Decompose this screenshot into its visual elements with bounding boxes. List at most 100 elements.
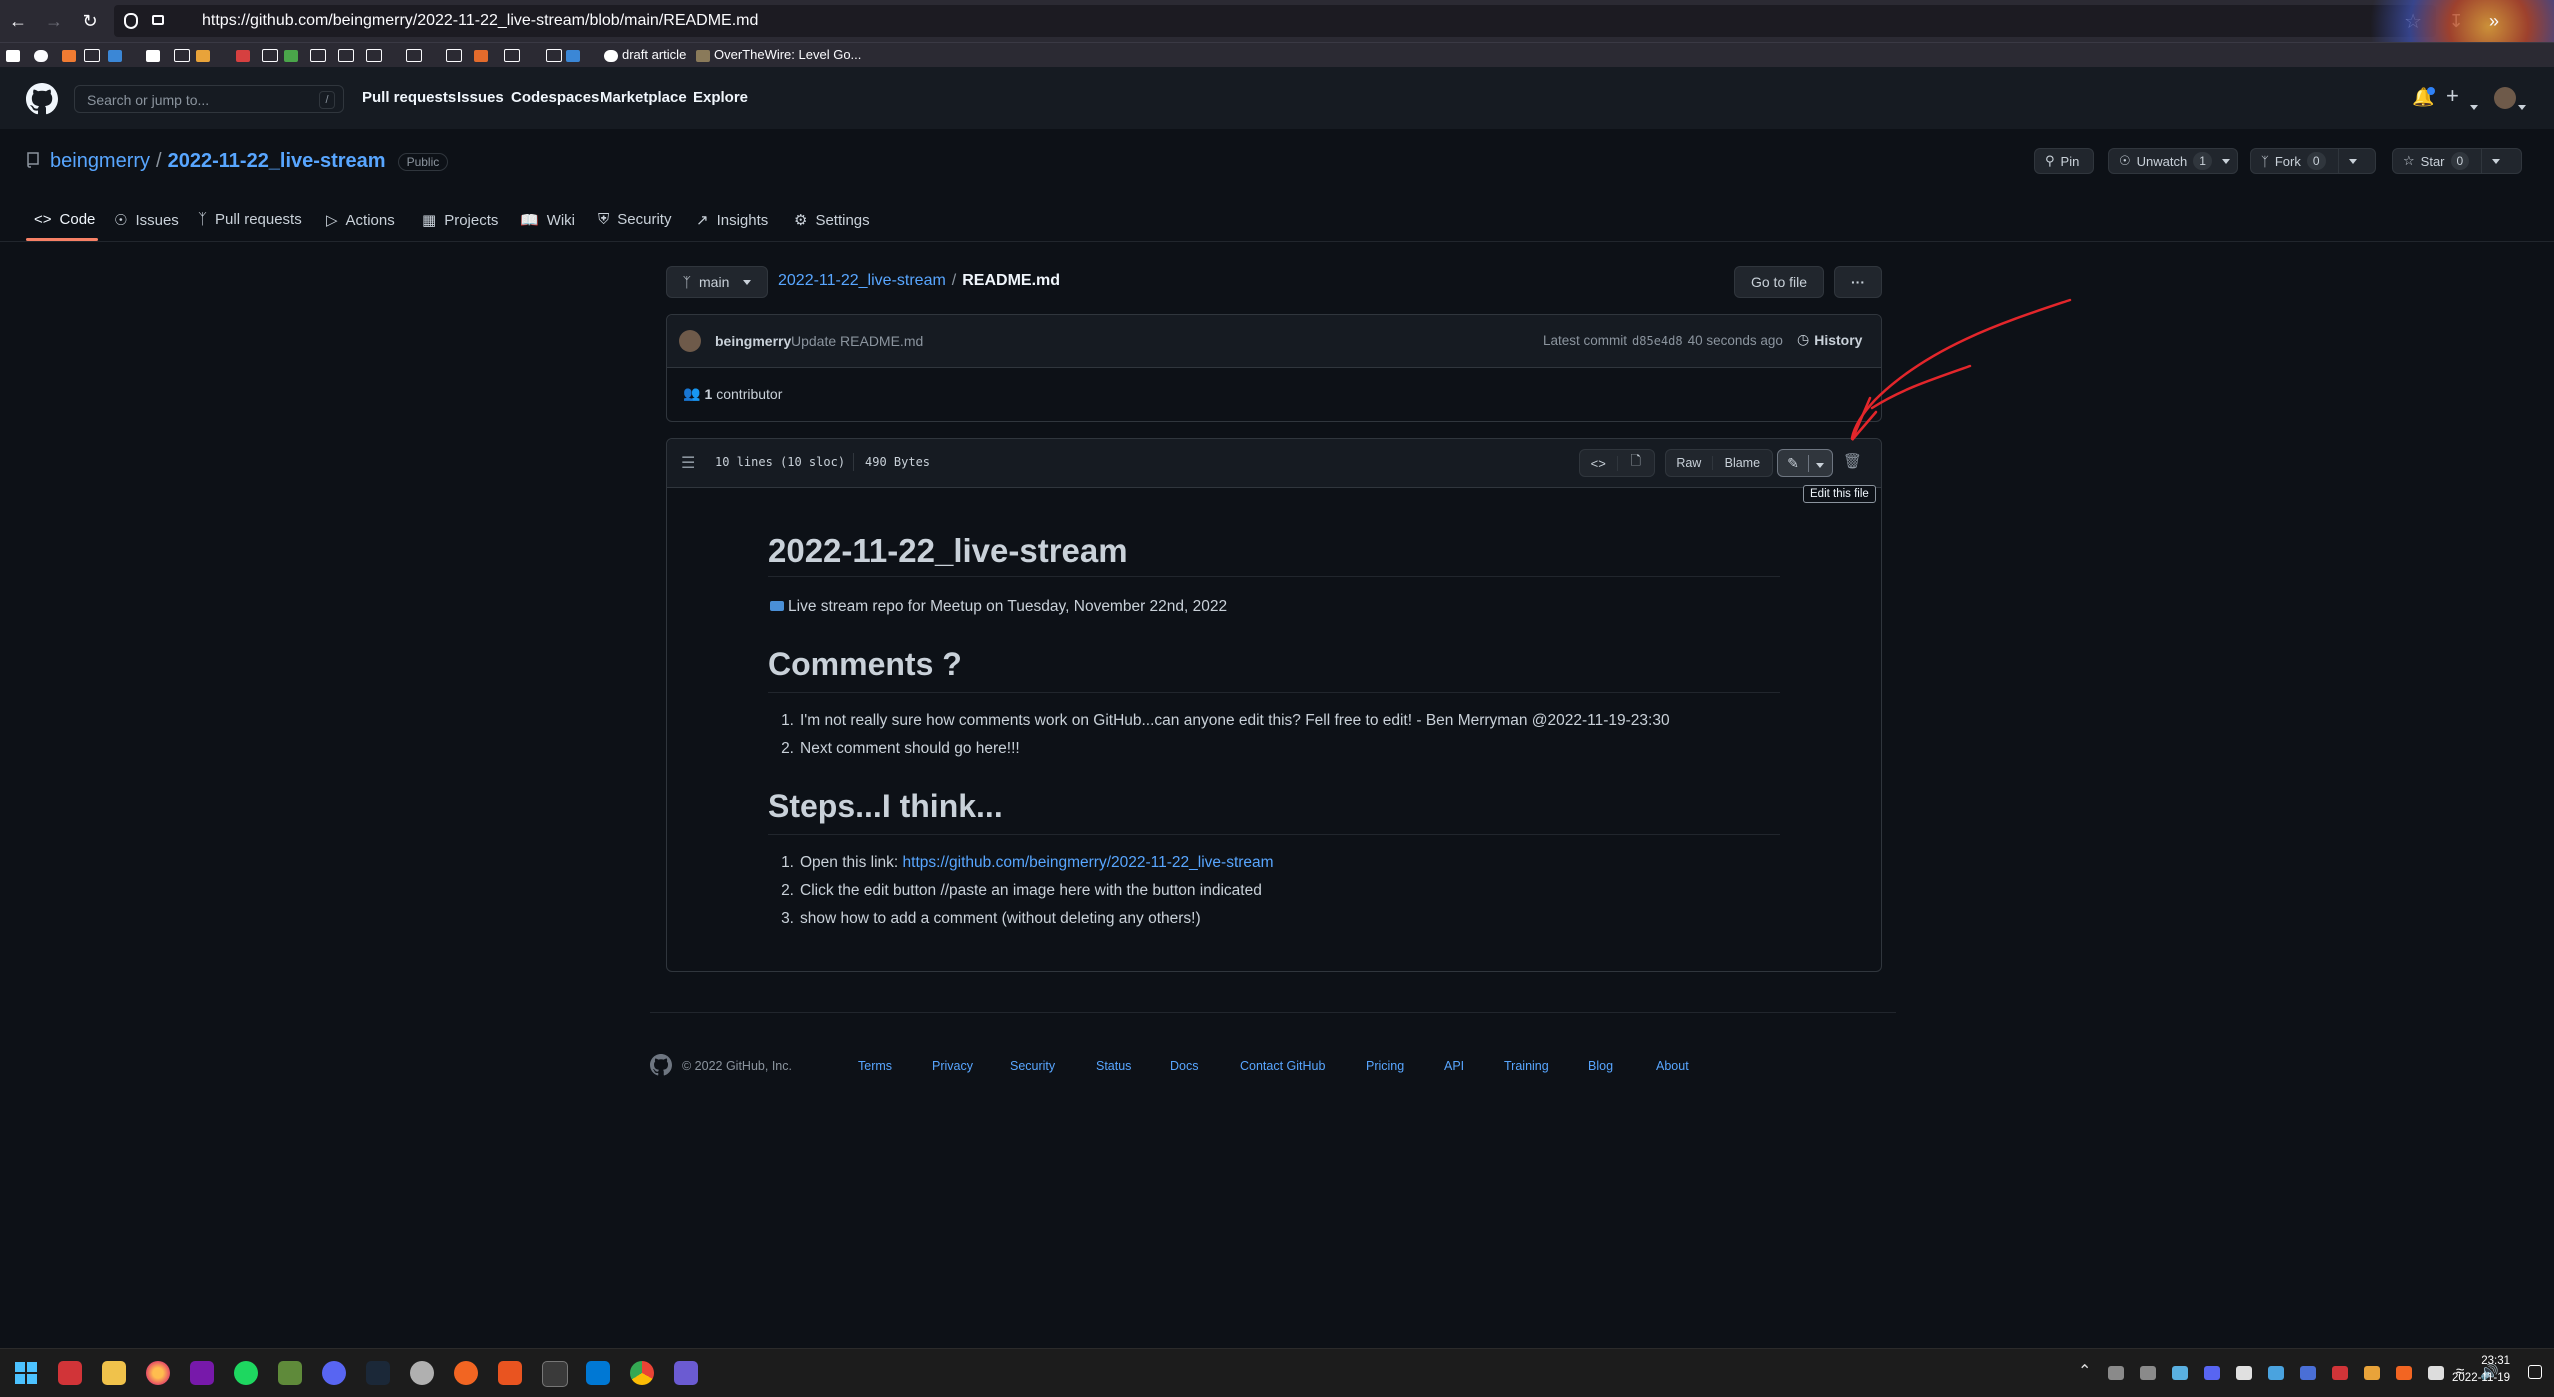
tab-issues[interactable]: ☉ Issues (114, 211, 179, 230)
discord-icon[interactable] (322, 1361, 346, 1385)
footer-link-about[interactable]: About (1656, 1059, 1689, 1073)
bookmark-folder-icon[interactable] (174, 46, 190, 64)
github-logo-icon[interactable] (26, 83, 58, 115)
tray-app-icon[interactable] (2364, 1366, 2380, 1380)
app-icon[interactable] (454, 1361, 478, 1385)
app-icon[interactable] (58, 1361, 82, 1385)
trash-icon[interactable]: 🗑 (1843, 452, 1862, 470)
url-bar[interactable]: https://github.com/beingmerry/2022-11-22… (114, 5, 2436, 37)
bookmark-folder-icon[interactable] (338, 46, 354, 64)
shield-icon[interactable] (124, 13, 138, 29)
footer-link-blog[interactable]: Blog (1588, 1059, 1613, 1073)
nav-explore[interactable]: Explore (693, 89, 748, 106)
back-icon[interactable]: ← (6, 9, 30, 33)
lock-icon[interactable] (152, 15, 164, 25)
avatar-dropdown-caret-icon[interactable] (2512, 97, 2526, 113)
bookmark-icon[interactable] (474, 46, 492, 64)
overflow-menu-icon[interactable]: » (2482, 9, 2506, 33)
bookmark-folder-icon[interactable] (446, 46, 462, 64)
footer-link-pricing[interactable]: Pricing (1366, 1059, 1404, 1073)
raw-button[interactable]: Raw (1666, 456, 1713, 470)
bookmark-folder-icon[interactable] (546, 46, 562, 64)
tray-app-icon[interactable] (2300, 1366, 2316, 1380)
bookmark-icon[interactable] (108, 46, 126, 64)
tab-wiki[interactable]: 📖 Wiki (520, 211, 575, 230)
bookmark-icon[interactable] (196, 46, 214, 64)
commit-author-avatar[interactable] (679, 330, 701, 352)
forward-icon[interactable]: → (42, 9, 66, 33)
reload-icon[interactable]: ↻ (78, 9, 102, 33)
pencil-icon[interactable]: ✎ (1778, 454, 1809, 472)
terminal-icon[interactable] (542, 1361, 568, 1387)
search-input[interactable]: Search or jump to... / (74, 85, 344, 113)
ubuntu-icon[interactable] (498, 1361, 522, 1385)
nav-issues[interactable]: Issues (457, 89, 504, 106)
tab-code[interactable]: <> Code (34, 211, 95, 228)
code-view-icon[interactable]: <> (1580, 455, 1618, 471)
footer-link-privacy[interactable]: Privacy (932, 1059, 973, 1073)
tray-discord-icon[interactable] (2204, 1366, 2220, 1380)
github-footer-logo-icon[interactable] (650, 1054, 672, 1076)
bookmark-folder-icon[interactable] (504, 46, 520, 64)
notepad-icon[interactable] (278, 1361, 302, 1385)
file-breadcrumb-repo-link[interactable]: 2022-11-22_live-stream (778, 272, 946, 290)
footer-link-docs[interactable]: Docs (1170, 1059, 1198, 1073)
url-text[interactable]: https://github.com/beingmerry/2022-11-22… (202, 12, 758, 30)
bookmark-icon[interactable] (62, 46, 80, 64)
tab-security[interactable]: ⛨ Security (598, 211, 671, 228)
onenote-icon[interactable] (190, 1361, 214, 1385)
vscode-icon[interactable] (586, 1361, 610, 1385)
footer-link-contact-github[interactable]: Contact GitHub (1240, 1059, 1325, 1073)
bookmark-folder-icon[interactable] (366, 46, 382, 64)
fork-button[interactable]: ᛉ Fork 0 (2250, 148, 2376, 174)
create-new-plus-icon[interactable]: + (2446, 83, 2459, 109)
tray-bluetooth-icon[interactable] (2428, 1366, 2444, 1380)
bookmark-folder-icon[interactable] (406, 46, 422, 64)
nav-codespaces[interactable]: Codespaces (511, 89, 599, 106)
branch-select-button[interactable]: ᛉ main (666, 266, 768, 298)
bookmark-icon[interactable] (284, 46, 302, 64)
file-preview-icon[interactable]: 🗋 (1618, 452, 1655, 474)
footer-link-status[interactable]: Status (1096, 1059, 1131, 1073)
tray-search-icon[interactable] (2396, 1366, 2412, 1380)
create-dropdown-caret-icon[interactable] (2464, 97, 2478, 113)
app-icon[interactable] (410, 1361, 434, 1385)
bookmark-icon[interactable] (6, 46, 24, 64)
bookmark-x-icon[interactable] (146, 46, 164, 64)
file-explorer-icon[interactable] (102, 1361, 126, 1385)
tray-app-icon[interactable] (2268, 1366, 2284, 1380)
footer-link-terms[interactable]: Terms (858, 1059, 892, 1073)
tab-actions[interactable]: ▷ Actions (326, 211, 395, 230)
windows-start-icon[interactable] (14, 1361, 38, 1385)
commit-message-link[interactable]: Update README.md (791, 333, 923, 349)
bookmark-folder-icon[interactable] (310, 46, 326, 64)
footer-link-training[interactable]: Training (1504, 1059, 1549, 1073)
tab-pull-requests[interactable]: ᛉ Pull requests (198, 211, 302, 228)
notification-center-icon[interactable] (2528, 1365, 2542, 1379)
spotify-icon[interactable] (234, 1361, 258, 1385)
steam-icon[interactable] (366, 1361, 390, 1385)
chrome-icon[interactable] (630, 1361, 654, 1385)
tab-insights[interactable]: ↗ Insights (696, 211, 768, 230)
nav-pull-requests[interactable]: Pull requests (362, 89, 456, 106)
clock[interactable]: 23:31 2022-11-19 (2450, 1353, 2510, 1387)
edit-dropdown-caret-icon[interactable] (1809, 455, 1832, 471)
nav-marketplace[interactable]: Marketplace (600, 89, 687, 106)
tray-app-icon[interactable] (2172, 1366, 2188, 1380)
tray-app-icon[interactable] (2236, 1366, 2252, 1380)
unwatch-button[interactable]: ☉ Unwatch 1 (2108, 148, 2238, 174)
pin-button[interactable]: ⚲ Pin (2034, 148, 2094, 174)
star-button[interactable]: ☆ Star 0 (2392, 148, 2522, 174)
tab-settings[interactable]: ⚙ Settings (794, 211, 870, 230)
tray-steam-icon[interactable] (2108, 1366, 2124, 1380)
footer-link-api[interactable]: API (1444, 1059, 1464, 1073)
outline-list-icon[interactable]: ☰ (681, 453, 695, 473)
bookmark-icon[interactable] (566, 46, 584, 64)
bookmark-overthewire[interactable]: OverTheWire: Level Go... (696, 46, 861, 64)
repo-name-link[interactable]: 2022-11-22_live-stream (168, 150, 386, 173)
repo-url-link[interactable]: https://github.com/beingmerry/2022-11-22… (903, 854, 1274, 871)
tray-app-icon[interactable] (2140, 1366, 2156, 1380)
firefox-icon[interactable] (146, 1361, 170, 1385)
bookmark-folder-icon[interactable] (84, 46, 100, 64)
bookmark-icon[interactable] (236, 46, 254, 64)
